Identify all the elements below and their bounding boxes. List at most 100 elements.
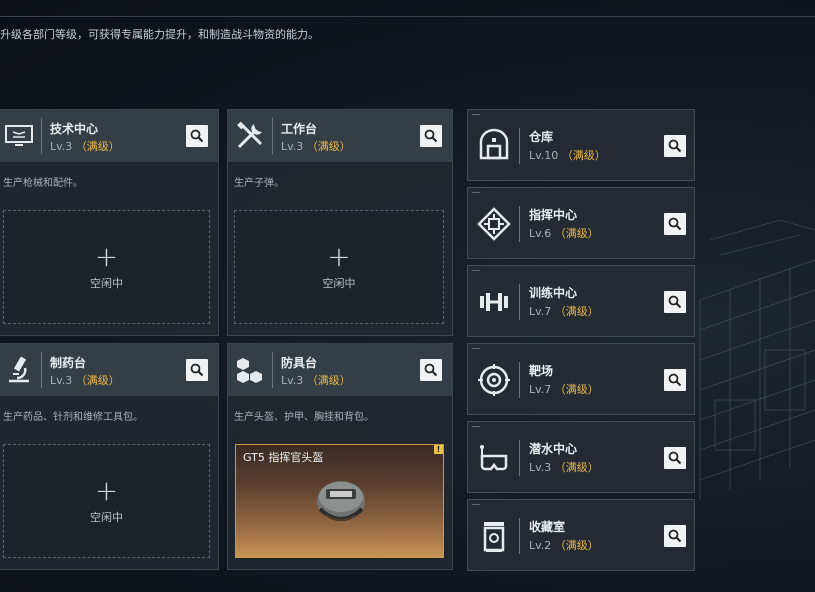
panel-command-center: 指挥中心 Lv.6 （满级）: [467, 187, 695, 259]
search-icon: [424, 129, 438, 143]
panel-title: 潜水中心: [529, 442, 578, 456]
computer-icon: [5, 125, 33, 146]
command-icon: [477, 207, 511, 241]
divider: [519, 518, 520, 554]
panel-description: 生产枪械和配件。: [3, 178, 83, 189]
panel-warehouse: 仓库 Lv.10 （满级）: [467, 109, 695, 181]
microscope-icon: [9, 356, 29, 383]
divider: [519, 206, 520, 242]
panel-description: 生产子弹。: [234, 178, 284, 189]
panel-title: 工作台: [281, 122, 318, 136]
helmet-icon: [317, 481, 365, 521]
panel-title: 仓库: [529, 130, 554, 144]
header-divider: [272, 118, 273, 154]
search-button[interactable]: [664, 291, 686, 313]
search-icon: [668, 295, 682, 309]
panel-header: 制药台 Lv.3 （满级）: [0, 344, 218, 396]
search-button[interactable]: [664, 525, 686, 547]
panel-title: 防具台: [281, 356, 318, 370]
plus-icon: +: [94, 474, 119, 507]
maxed-tag: （满级）: [554, 305, 599, 318]
panel-level: Lv.10 （满级）: [529, 147, 606, 163]
search-button[interactable]: [186, 359, 208, 381]
panel-armor-bench: 防具台 Lv.3 （满级） 生产头盔、护甲、胸挂和背包。 GT5 指挥官头盔 !: [227, 343, 453, 570]
cubes-icon: [237, 358, 262, 383]
panel-level: Lv.7 （满级）: [529, 303, 599, 319]
header-divider: [41, 118, 42, 154]
maxed-tag: （满级）: [561, 149, 606, 162]
corner-tick: [472, 114, 480, 115]
panel-training-center: 训练中心 Lv.7 （满级）: [467, 265, 695, 337]
search-icon: [424, 363, 438, 377]
search-icon: [668, 217, 682, 231]
search-icon: [190, 363, 204, 377]
production-slot-idle[interactable]: + 空闲中: [3, 444, 210, 558]
search-icon: [668, 139, 682, 153]
panel-title: 技术中心: [50, 122, 99, 136]
panel-collection-room: 收藏室 Lv.2 （满级）: [467, 499, 695, 571]
level-value: Lv.6: [529, 227, 552, 240]
panel-workbench: 工作台 Lv.3 （满级） 生产子弹。 + 空闲中: [227, 109, 453, 336]
level-value: Lv.3: [50, 140, 73, 153]
header-divider: [0, 16, 815, 17]
maxed-tag: （满级）: [306, 140, 351, 153]
search-button[interactable]: [420, 125, 442, 147]
level-value: Lv.3: [529, 461, 552, 474]
level-value: Lv.3: [281, 140, 304, 153]
search-button[interactable]: [186, 125, 208, 147]
panel-pharmacy: 制药台 Lv.3 （满级） 生产药品、针剂和维修工具包。 + 空闲中: [0, 343, 219, 570]
panel-level: Lv.3 （满级）: [50, 138, 120, 154]
panel-diving-center: 潜水中心 Lv.3 （满级）: [467, 421, 695, 493]
panel-level: Lv.2 （满级）: [529, 537, 599, 553]
divider: [519, 440, 520, 476]
panel-level: Lv.3 （满级）: [50, 372, 120, 388]
production-slot-idle[interactable]: + 空闲中: [234, 210, 444, 324]
production-item-card[interactable]: GT5 指挥官头盔 !: [235, 444, 444, 558]
panel-header: 技术中心 Lv.3 （满级）: [0, 110, 218, 162]
production-slot-idle[interactable]: + 空闲中: [3, 210, 210, 324]
search-button[interactable]: [420, 359, 442, 381]
maxed-tag: （满级）: [75, 140, 120, 153]
panel-header: 防具台 Lv.3 （满级）: [228, 344, 452, 396]
maxed-tag: （满级）: [75, 374, 120, 387]
panel-title: 指挥中心: [529, 208, 578, 222]
base-wireframe-illustration: [699, 219, 815, 500]
target-icon: [478, 364, 510, 396]
diving-mask-icon: [480, 445, 508, 471]
search-icon: [668, 529, 682, 543]
panel-shooting-range: 靶场 Lv.7 （满级）: [467, 343, 695, 415]
product-name: GT5 指挥官头盔: [243, 451, 324, 464]
level-value: Lv.3: [281, 374, 304, 387]
header-divider: [272, 352, 273, 388]
search-button[interactable]: [664, 135, 686, 157]
plus-icon: +: [327, 240, 351, 273]
corner-tick: [472, 504, 480, 505]
corner-tick: [472, 426, 480, 427]
warehouse-icon: [479, 128, 509, 160]
level-value: Lv.7: [529, 305, 552, 318]
corner-tick: [472, 270, 480, 271]
maxed-tag: （满级）: [554, 383, 599, 396]
search-icon: [190, 129, 204, 143]
panel-level: Lv.3 （满级）: [529, 459, 599, 475]
panel-level: Lv.7 （满级）: [529, 381, 599, 397]
corner-tick: [472, 348, 480, 349]
header-divider: [41, 352, 42, 388]
level-value: Lv.7: [529, 383, 552, 396]
search-icon: [668, 451, 682, 465]
dumbbell-icon: [480, 293, 508, 311]
search-button[interactable]: [664, 213, 686, 235]
maxed-tag: （满级）: [306, 374, 351, 387]
search-button[interactable]: [664, 447, 686, 469]
panel-title: 收藏室: [529, 520, 566, 534]
search-icon: [668, 373, 682, 387]
search-button[interactable]: [664, 369, 686, 391]
divider: [519, 362, 520, 398]
idle-label: 空闲中: [90, 277, 123, 290]
divider: [519, 284, 520, 320]
level-value: Lv.10: [529, 149, 559, 162]
panel-description: 生产头盔、护甲、胸挂和背包。: [234, 412, 374, 423]
panel-header: 工作台 Lv.3 （满级）: [228, 110, 452, 162]
level-value: Lv.2: [529, 539, 552, 552]
notice-badge: !: [434, 445, 443, 454]
